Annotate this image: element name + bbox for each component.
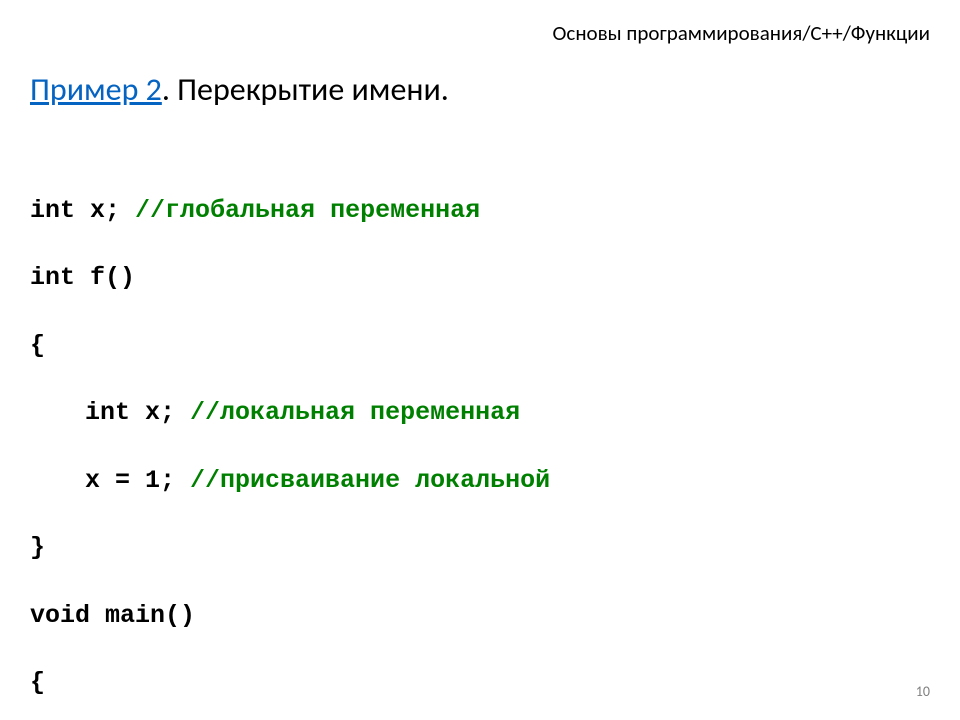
code-text: void main() <box>30 601 195 630</box>
slide-title: Пример 2. Перекрытие имени. <box>30 70 449 109</box>
title-rest: . Перекрытие имени. <box>162 70 449 109</box>
code-text: int f() <box>30 263 135 292</box>
code-text: x = 1; <box>85 466 190 495</box>
breadcrumb: Основы программирования/С++/Функции <box>553 20 930 46</box>
code-line: { <box>30 329 565 363</box>
code-comment: //глобальная переменная <box>135 196 480 225</box>
code-text: { <box>30 331 45 360</box>
example-link[interactable]: Пример 2 <box>30 70 162 109</box>
code-line: { <box>30 666 565 700</box>
code-line: int x; //локальная переменная <box>30 396 565 430</box>
code-text: int x; <box>85 398 190 427</box>
code-line: int f() <box>30 261 565 295</box>
code-comment: //присваивание локальной <box>190 466 550 495</box>
code-line: void main() <box>30 599 565 633</box>
code-line: } <box>30 531 565 565</box>
code-text: int x; <box>30 196 135 225</box>
page-number: 10 <box>916 683 930 700</box>
code-text: { <box>30 668 45 697</box>
code-text: } <box>30 533 45 562</box>
code-comment: //локальная переменная <box>190 398 520 427</box>
code-line: x = 1; //присваивание локальной <box>30 464 565 498</box>
code-block: int x; //глобальная переменная int f() {… <box>30 160 565 720</box>
code-line: int x; //глобальная переменная <box>30 194 565 228</box>
